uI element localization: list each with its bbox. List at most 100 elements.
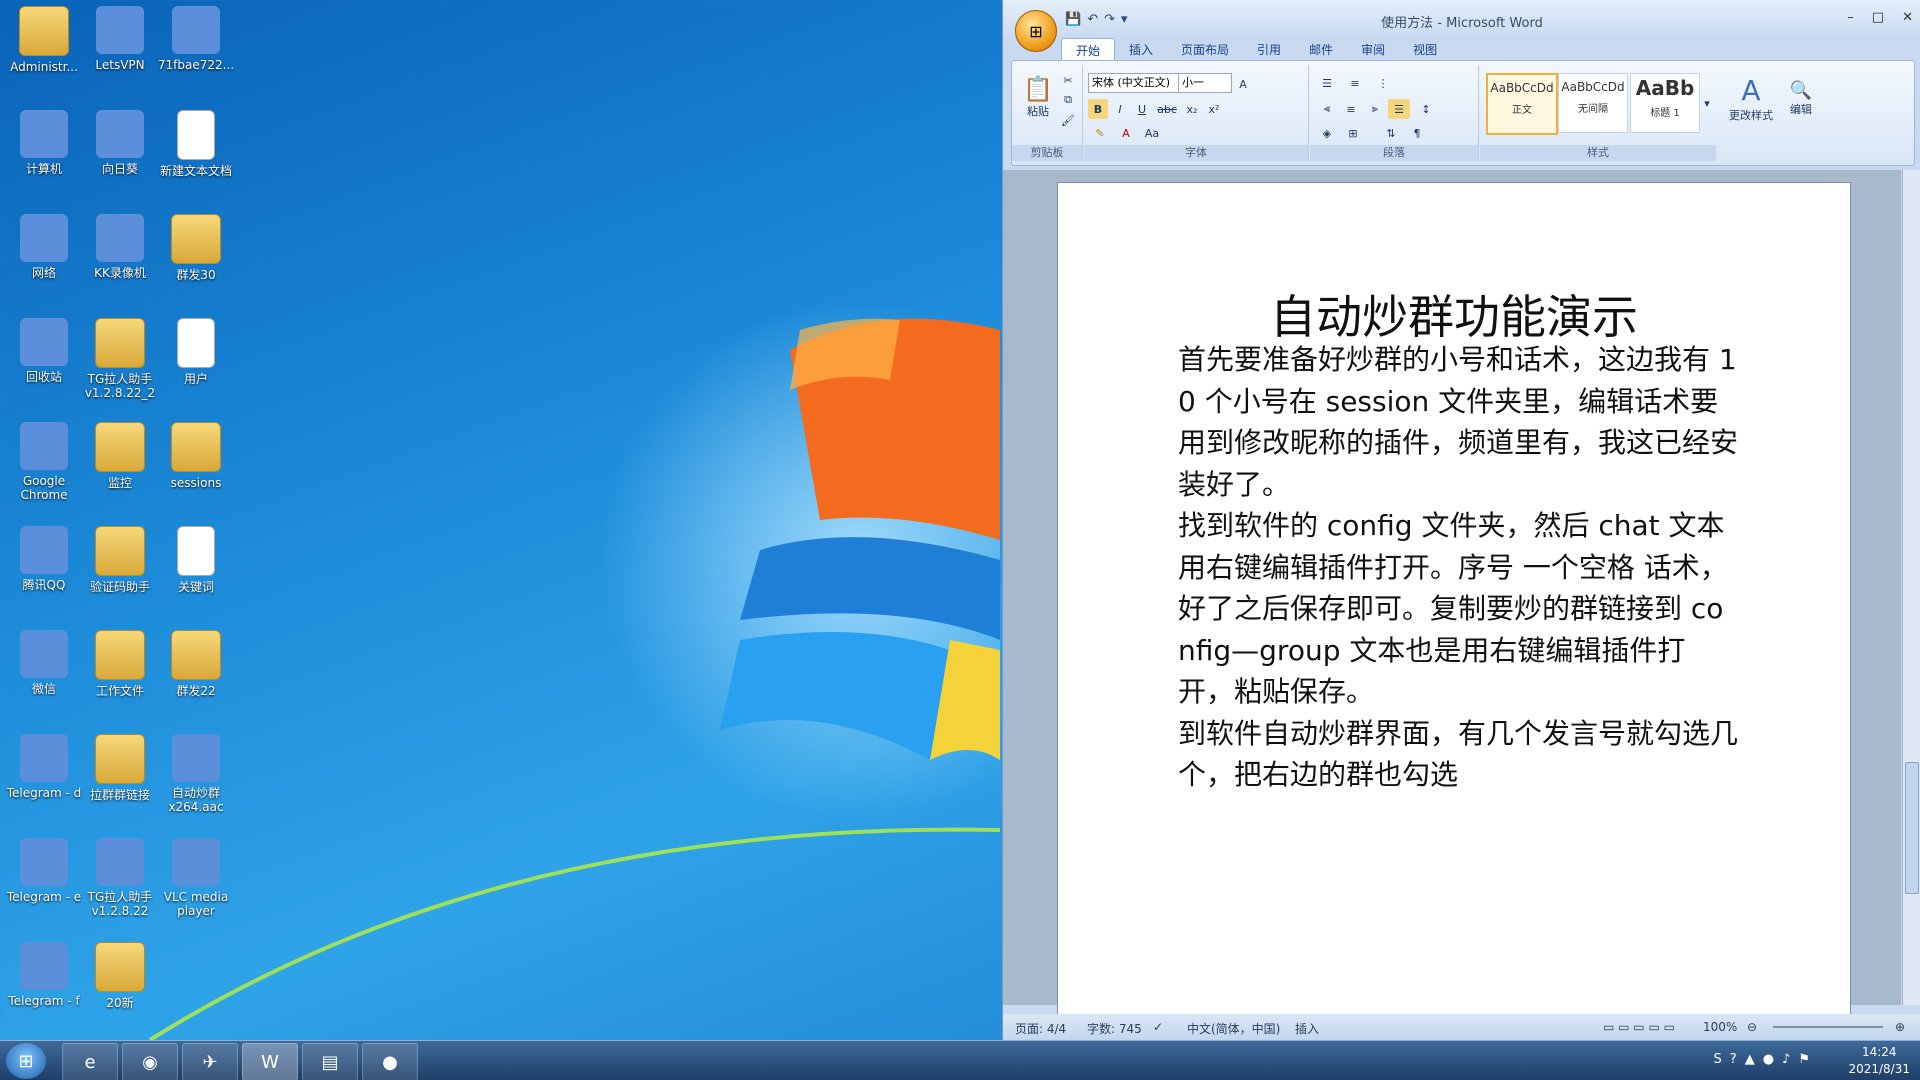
insert-mode[interactable]: 插入 — [1295, 1020, 1319, 1037]
desktop-icon[interactable]: 新建文本文档 — [154, 110, 238, 178]
desktop-icon[interactable]: TG拉人助手 v1.2.8.22_2 — [78, 318, 162, 400]
chrome-taskbar-icon[interactable]: ◉ — [122, 1043, 178, 1080]
word-taskbar-icon[interactable]: W — [242, 1043, 298, 1080]
zoom-level[interactable]: 100% — [1703, 1020, 1737, 1034]
desktop-icon[interactable]: 群发22 — [154, 630, 238, 698]
view-buttons[interactable]: ▭ ▭ ▭ ▭ ▭ — [1603, 1020, 1675, 1034]
align-center-icon[interactable]: ≡ — [1340, 99, 1362, 119]
volume-icon[interactable]: ♪ — [1782, 1052, 1790, 1067]
desktop-icon[interactable]: 自动炒群 x264.aac — [154, 734, 238, 814]
shading-icon[interactable]: ◈ — [1316, 123, 1338, 143]
desktop-icon[interactable]: KK录像机 — [78, 214, 162, 280]
ribbon-tab[interactable]: 插入 — [1115, 38, 1167, 62]
desktop-icon[interactable]: 回收站 — [2, 318, 86, 384]
format-painter-icon[interactable]: 🖌 — [1058, 111, 1078, 129]
numbering-icon[interactable]: ≡ — [1344, 73, 1366, 93]
flag-icon[interactable]: ⚑ — [1798, 1052, 1810, 1067]
bullets-icon[interactable]: ☰ — [1316, 73, 1338, 93]
ribbon-tab[interactable]: 页面布局 — [1167, 38, 1243, 62]
desktop-icon[interactable]: 腾讯QQ — [2, 526, 86, 592]
desktop-icon[interactable]: 验证码助手 — [78, 526, 162, 594]
cut-icon[interactable]: ✂ — [1058, 71, 1078, 89]
kk-recorder-taskbar-icon[interactable]: ● — [362, 1043, 418, 1080]
desktop-icon[interactable]: 向日葵 — [78, 110, 162, 176]
desktop-icon[interactable]: 计算机 — [2, 110, 86, 176]
maximize-icon[interactable]: □ — [1872, 10, 1884, 25]
help-icon[interactable]: ? — [1730, 1052, 1737, 1067]
paste-button[interactable]: 📋 粘贴 — [1020, 69, 1056, 125]
style-no-spacing[interactable]: AaBbCcDd 无间隔 — [1558, 73, 1628, 133]
edit-button[interactable]: 🔍 编辑 — [1780, 67, 1822, 129]
style-normal[interactable]: AaBbCcDd 正文 — [1486, 73, 1558, 135]
sogou-icon[interactable]: S — [1714, 1052, 1722, 1067]
superscript-button[interactable]: x² — [1204, 99, 1224, 119]
font-size-box[interactable]: 小一 — [1178, 73, 1232, 93]
highlight-icon[interactable]: ✎ — [1088, 123, 1112, 143]
ie-taskbar-icon[interactable]: e — [62, 1043, 118, 1080]
document-body[interactable]: 首先要准备好炒群的小号和话术，这边我有 10 个小号在 session 文件夹里… — [1178, 339, 1738, 796]
explorer-taskbar-icon[interactable]: ▤ — [302, 1043, 358, 1080]
desktop-icon[interactable]: 监控 — [78, 422, 162, 490]
ribbon-tab[interactable]: 审阅 — [1347, 38, 1399, 62]
desktop-icon[interactable]: VLC media player — [154, 838, 238, 918]
desktop-icon[interactable]: Telegram - f — [2, 942, 86, 1008]
ribbon-tab[interactable]: 开始 — [1061, 38, 1116, 62]
justify-icon[interactable]: ☰ — [1388, 99, 1410, 119]
copy-icon[interactable]: ⧉ — [1058, 91, 1078, 109]
desktop-icon[interactable]: Administr... — [2, 6, 86, 74]
desktop-icon[interactable]: sessions — [154, 422, 238, 490]
line-spacing-icon[interactable]: ↕ — [1414, 99, 1438, 119]
network-tray-icon[interactable]: ▲ — [1745, 1052, 1755, 1067]
qq-tray-icon[interactable]: ● — [1763, 1052, 1774, 1067]
subscript-button[interactable]: x₂ — [1182, 99, 1202, 119]
zoom-in-icon[interactable]: ⊕ — [1895, 1020, 1905, 1034]
italic-button[interactable]: I — [1110, 99, 1130, 119]
desktop-icon[interactable]: 71fbae722... — [154, 6, 238, 72]
close-icon[interactable]: ✕ — [1902, 10, 1913, 25]
page-count[interactable]: 页面: 4/4 — [1015, 1020, 1066, 1037]
multilevel-list-icon[interactable]: ⋮ — [1372, 73, 1394, 93]
desktop-icon[interactable]: 微信 — [2, 630, 86, 696]
word-count[interactable]: 字数: 745 — [1087, 1020, 1142, 1037]
bold-button[interactable]: B — [1088, 99, 1108, 119]
language[interactable]: 中文(简体，中国) — [1187, 1020, 1280, 1037]
desktop-icon[interactable]: 拉群群链接 — [78, 734, 162, 802]
desktop-icon[interactable]: 关键词 — [154, 526, 238, 594]
desktop-icon[interactable]: Google Chrome — [2, 422, 86, 502]
desktop-icon[interactable]: Telegram - e — [2, 838, 86, 904]
font-color-icon[interactable]: A — [1114, 123, 1138, 143]
zoom-slider[interactable] — [1773, 1026, 1883, 1028]
desktop-icon[interactable]: 群发30 — [154, 214, 238, 282]
change-case-icon[interactable]: Aa — [1140, 123, 1164, 143]
sort-icon[interactable]: ⇅ — [1380, 123, 1402, 143]
strikethrough-button[interactable]: abc — [1154, 99, 1180, 119]
ribbon-tab[interactable]: 邮件 — [1295, 38, 1347, 62]
desktop-icon[interactable]: 工作文件 — [78, 630, 162, 698]
ribbon-tab[interactable]: 视图 — [1399, 38, 1451, 62]
align-left-icon[interactable]: ⫷ — [1316, 99, 1338, 119]
change-styles-button[interactable]: A 更改样式 — [1724, 67, 1778, 129]
zoom-out-icon[interactable]: ⊖ — [1747, 1020, 1757, 1034]
desktop-icon[interactable]: LetsVPN — [78, 6, 162, 72]
start-button[interactable]: ⊞ — [6, 1043, 46, 1079]
scroll-thumb[interactable] — [1905, 762, 1919, 894]
grow-font-icon[interactable]: A — [1232, 73, 1254, 95]
show-marks-icon[interactable]: ¶ — [1406, 123, 1428, 143]
clock[interactable]: 14:24 2021/8/31 — [1848, 1044, 1910, 1078]
underline-button[interactable]: U — [1132, 99, 1152, 119]
desktop-icon[interactable]: 20新 — [78, 942, 162, 1010]
desktop-icon[interactable]: TG拉人助手 v1.2.8.22 — [78, 838, 162, 918]
ribbon-tab[interactable]: 引用 — [1243, 38, 1295, 62]
style-heading-1[interactable]: AaBb 标题 1 — [1630, 73, 1700, 133]
desktop-icon[interactable]: 网络 — [2, 214, 86, 280]
minimize-icon[interactable]: – — [1847, 10, 1854, 25]
vertical-scrollbar[interactable] — [1902, 170, 1920, 1005]
desktop-icon[interactable]: 用户 — [154, 318, 238, 386]
font-name-box[interactable]: 宋体 (中文正文) — [1088, 73, 1180, 93]
borders-icon[interactable]: ⊞ — [1342, 123, 1364, 143]
telegram-taskbar-icon[interactable]: ✈ — [182, 1043, 238, 1080]
align-right-icon[interactable]: ⫸ — [1364, 99, 1386, 119]
styles-scroll-icon[interactable]: ▾ — [1700, 73, 1714, 133]
desktop-icon[interactable]: Telegram - d — [2, 734, 86, 800]
office-button[interactable]: ⊞ — [1015, 10, 1057, 52]
